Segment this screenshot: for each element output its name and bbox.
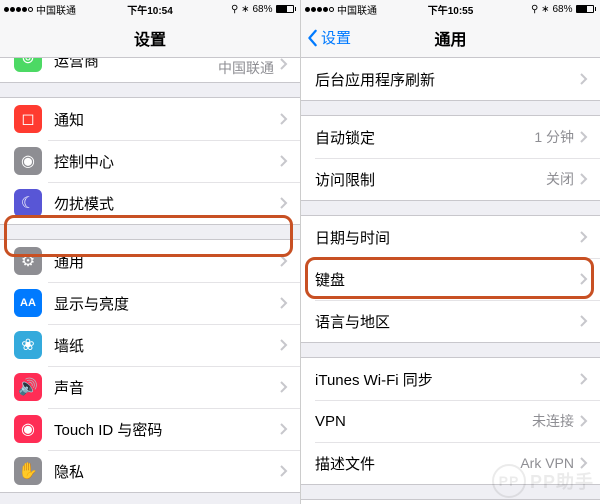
chevron-right-icon (280, 197, 288, 209)
display-icon: AA (14, 289, 42, 317)
clock: 下午10:55 (428, 2, 474, 17)
nav-bar: 设置 通用 (301, 18, 600, 58)
row-vpn[interactable]: VPN 未连接 (301, 400, 600, 442)
row-carrier[interactable]: ⊚ 运营商 中国联通 (0, 58, 300, 82)
sound-icon: 🔊 (14, 373, 42, 401)
fingerprint-icon: ◉ (14, 415, 42, 443)
bluetooth-icon: ⚲ ∗ (231, 4, 249, 15)
watermark: PP PP助手 (492, 464, 594, 498)
row-date-time[interactable]: 日期与时间 (301, 216, 600, 258)
chevron-right-icon (580, 173, 588, 185)
chevron-right-icon (580, 131, 588, 143)
battery-icon (276, 5, 297, 13)
chevron-right-icon (280, 58, 288, 70)
wallpaper-icon: ❀ (14, 331, 42, 359)
chevron-right-icon (280, 465, 288, 477)
chevron-right-icon (280, 339, 288, 351)
battery-percent: 68% (252, 4, 272, 15)
notification-icon: ◻ (14, 105, 42, 133)
status-bar: 中国联通 下午10:54 ⚲ ∗ 68% (0, 0, 300, 18)
chevron-right-icon (580, 373, 588, 385)
bluetooth-icon: ⚲ ∗ (531, 4, 549, 15)
row-do-not-disturb[interactable]: ☾ 勿扰模式 (0, 182, 300, 224)
chevron-right-icon (580, 415, 588, 427)
chevron-right-icon (280, 155, 288, 167)
chevron-right-icon (580, 231, 588, 243)
antenna-icon: ⊚ (14, 58, 42, 72)
row-notifications[interactable]: ◻ 通知 (0, 98, 300, 140)
settings-list[interactable]: ⊚ 运营商 中国联通 ◻ 通知 ◉ 控制中心 ☾ 勿扰模式 (0, 58, 300, 504)
row-display-brightness[interactable]: AA 显示与亮度 (0, 282, 300, 324)
row-restrictions[interactable]: 访问限制 关闭 (301, 158, 600, 200)
row-background-app-refresh[interactable]: 后台应用程序刷新 (301, 58, 600, 100)
hand-icon: ✋ (14, 457, 42, 485)
chevron-right-icon (280, 255, 288, 267)
chevron-right-icon (580, 273, 588, 285)
chevron-left-icon (307, 29, 319, 47)
general-screen: 中国联通 下午10:55 ⚲ ∗ 68% 设置 通用 后台应用程序刷新 自动锁定… (300, 0, 600, 504)
row-keyboard[interactable]: 键盘 (301, 258, 600, 300)
battery-percent: 68% (552, 4, 572, 15)
carrier-label: 中国联通 (337, 2, 377, 17)
gear-icon: ⚙ (14, 247, 42, 275)
row-touchid-passcode[interactable]: ◉ Touch ID 与密码 (0, 408, 300, 450)
row-wallpaper[interactable]: ❀ 墙纸 (0, 324, 300, 366)
row-sounds[interactable]: 🔊 声音 (0, 366, 300, 408)
chevron-right-icon (280, 423, 288, 435)
chevron-right-icon (580, 315, 588, 327)
status-bar: 中国联通 下午10:55 ⚲ ∗ 68% (301, 0, 600, 18)
row-privacy[interactable]: ✋ 隐私 (0, 450, 300, 492)
carrier-label: 中国联通 (36, 2, 76, 17)
control-center-icon: ◉ (14, 147, 42, 175)
moon-icon: ☾ (14, 189, 42, 217)
clock: 下午10:54 (127, 2, 173, 17)
chevron-right-icon (280, 113, 288, 125)
settings-screen: 中国联通 下午10:54 ⚲ ∗ 68% 设置 ⊚ 运营商 中国联通 ◻ 通知 (0, 0, 300, 504)
chevron-right-icon (280, 297, 288, 309)
chevron-right-icon (580, 73, 588, 85)
row-reset[interactable]: 还原 (301, 500, 600, 504)
row-language-region[interactable]: 语言与地区 (301, 300, 600, 342)
back-button[interactable]: 设置 (307, 27, 351, 48)
general-list[interactable]: 后台应用程序刷新 自动锁定 1 分钟 访问限制 关闭 日期与时间 键盘 (301, 58, 600, 504)
battery-icon (576, 5, 597, 13)
page-title: 设置 (134, 26, 166, 50)
row-itunes-wifi-sync[interactable]: iTunes Wi-Fi 同步 (301, 358, 600, 400)
page-title: 通用 (434, 26, 466, 50)
nav-bar: 设置 (0, 18, 300, 58)
watermark-icon: PP (492, 464, 526, 498)
row-control-center[interactable]: ◉ 控制中心 (0, 140, 300, 182)
row-auto-lock[interactable]: 自动锁定 1 分钟 (301, 116, 600, 158)
chevron-right-icon (280, 381, 288, 393)
row-general[interactable]: ⚙ 通用 (0, 240, 300, 282)
